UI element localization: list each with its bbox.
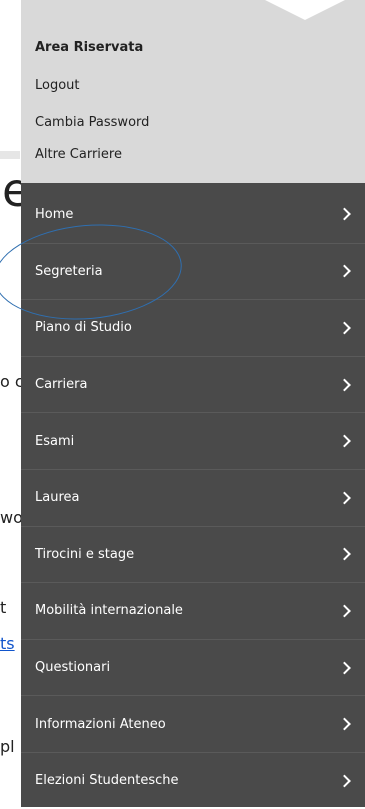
menu-item-segreteria[interactable]: Segreteria	[21, 242, 365, 300]
background-text-fragment-2: wo	[0, 508, 23, 527]
menu-item-home[interactable]: Home	[21, 186, 365, 243]
menu-item-label: Elezioni Studentesche	[35, 773, 179, 789]
main-menu: Home Segreteria Piano di Studio Carriera…	[21, 186, 365, 809]
chevron-right-icon	[338, 774, 351, 788]
chevron-right-icon	[338, 207, 351, 221]
chevron-right-icon	[338, 378, 351, 391]
menu-item-esami[interactable]: Esami	[21, 412, 365, 469]
menu-item-tirocini-e-stage[interactable]: Tirocini e stage	[21, 525, 365, 583]
menu-item-elezioni-studentesche[interactable]: Elezioni Studentesche	[21, 751, 365, 809]
background-text-fragment-4: pl	[0, 737, 15, 756]
menu-item-piano-di-studio[interactable]: Piano di Studio	[21, 299, 365, 356]
menu-item-mobilita-internazionale[interactable]: Mobilità internazionale	[21, 582, 365, 639]
change-password-link[interactable]: Cambia Password	[35, 115, 149, 130]
menu-item-label: Informazioni Ateneo	[35, 716, 166, 732]
chevron-right-icon	[338, 434, 351, 448]
menu-item-label: Piano di Studio	[35, 320, 132, 336]
logout-link[interactable]: Logout	[35, 78, 80, 93]
menu-item-label: Questionari	[35, 660, 111, 676]
menu-item-informazioni-ateneo[interactable]: Informazioni Ateneo	[21, 695, 365, 752]
other-careers-link[interactable]: Altre Carriere	[35, 147, 122, 162]
menu-item-laurea[interactable]: Laurea	[21, 468, 365, 526]
chevron-right-icon	[338, 604, 351, 618]
menu-item-label: Laurea	[35, 490, 80, 506]
chevron-right-icon	[338, 491, 351, 505]
menu-item-label: Esami	[35, 433, 75, 449]
background-link-fragment[interactable]: ts	[0, 634, 15, 653]
chevron-right-icon	[338, 321, 351, 335]
menu-item-label: Home	[35, 206, 74, 222]
reserved-area-title: Area Riservata	[35, 40, 144, 55]
navigation-drawer: Area Riservata Logout Cambia Password Al…	[21, 0, 365, 807]
chevron-right-icon	[338, 717, 351, 731]
background-text-fragment-3: t	[0, 598, 7, 617]
chevron-right-icon	[338, 265, 351, 278]
chevron-right-icon	[338, 547, 351, 561]
menu-item-label: Segreteria	[35, 263, 103, 279]
reserved-area-panel: Area Riservata Logout Cambia Password Al…	[21, 0, 365, 183]
chevron-right-icon	[338, 661, 351, 674]
menu-item-questionari[interactable]: Questionari	[21, 638, 365, 696]
menu-item-label: Mobilità internazionale	[35, 603, 183, 619]
menu-item-label: Tirocini e stage	[35, 546, 135, 562]
background-band	[0, 151, 20, 159]
menu-item-label: Carriera	[35, 377, 88, 393]
menu-item-carriera[interactable]: Carriera	[21, 355, 365, 413]
drawer-notch	[265, 0, 345, 20]
